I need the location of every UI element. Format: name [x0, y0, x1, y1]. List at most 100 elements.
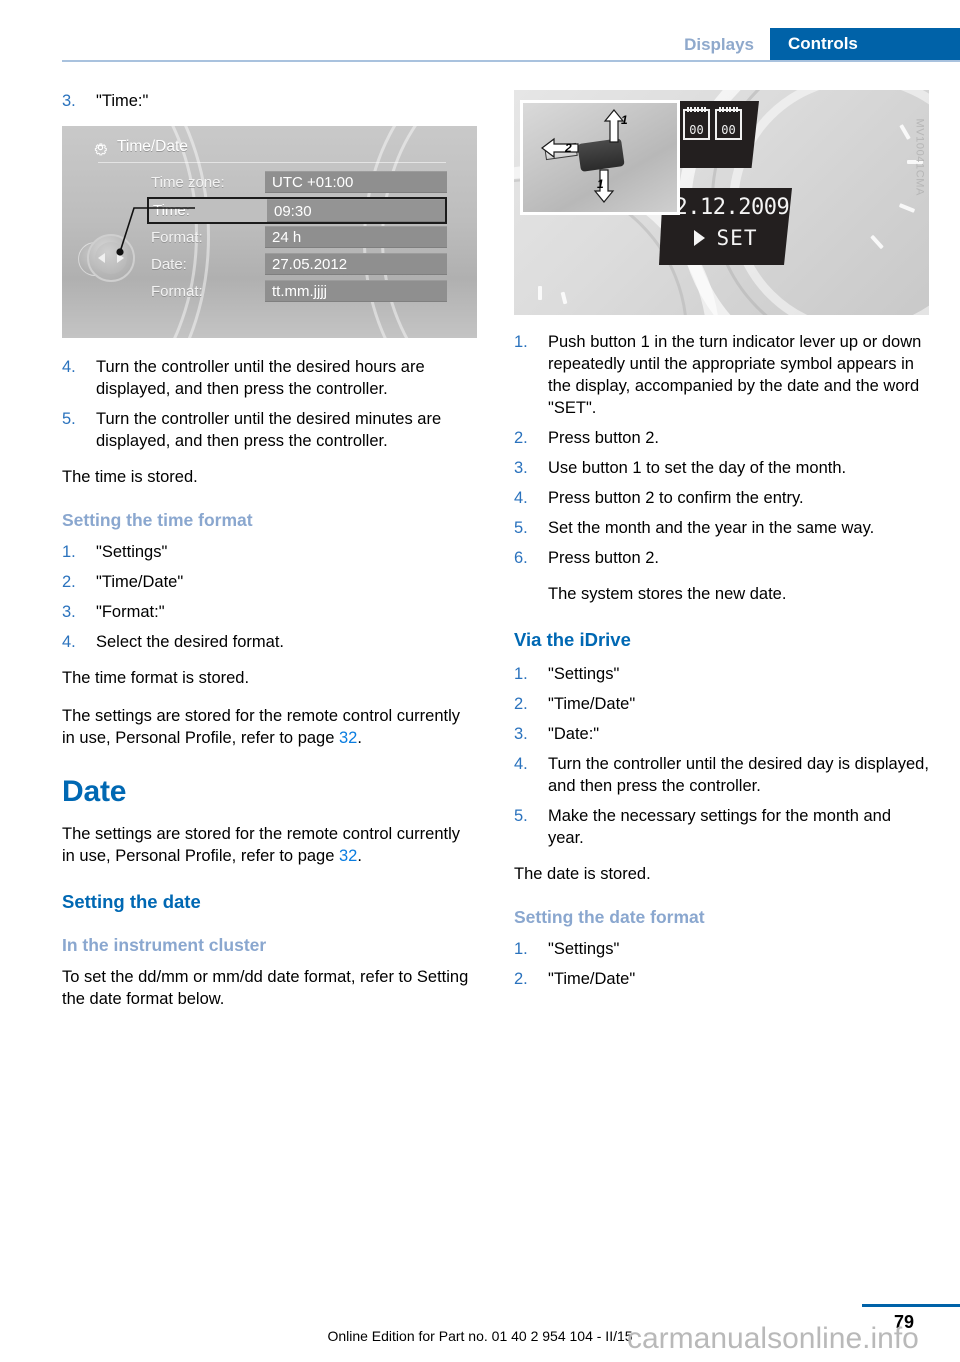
list-number: 2. — [514, 970, 528, 988]
list-item: 3. "Date:" — [514, 723, 929, 745]
list-text: Press button 2 to confirm the entry. — [548, 489, 804, 507]
caret-right-icon — [693, 230, 705, 246]
arrow-left-icon — [98, 253, 105, 263]
menu-row-time-zone[interactable]: Time zone: UTC +01:00 — [147, 170, 447, 194]
list-number: 4. — [62, 358, 76, 376]
list-text: Make the necessary settings for the mont… — [548, 807, 892, 847]
remote-control-note-time: The settings are stored for the remote c… — [62, 705, 477, 749]
figure-code-label: MV10041CMA — [914, 118, 926, 196]
dial-tick — [899, 124, 911, 140]
left-column: 3. "Time:" Time/Date Time zone: UTC +01:… — [62, 90, 477, 1026]
list-item: 1. "Settings" — [62, 541, 477, 563]
time-stored-note: The time is stored. — [62, 468, 198, 486]
heading-setting-the-time-format: Setting the time format — [62, 510, 253, 530]
page-reference-link[interactable]: 32 — [339, 847, 357, 865]
right-column: 00 00 12.12.2009 SET 1 1 2 MV10041CMA 1.… — [514, 90, 929, 1004]
step-list-cluster-date: 1. Push button 1 in the turn indicator l… — [514, 331, 929, 569]
list-item: 2. "Time/Date" — [62, 571, 477, 593]
list-item: 1. "Settings" — [514, 938, 929, 960]
lcd-set-label: SET — [716, 226, 758, 250]
figure-idrive-time-date-menu: Time/Date Time zone: UTC +01:00 Time: 09… — [62, 126, 477, 338]
menu-row-date[interactable]: Date: 27.05.2012 — [147, 252, 447, 276]
date-stored-note: The date is stored. — [514, 865, 651, 883]
list-item: 2. "Time/Date" — [514, 693, 929, 715]
system-stores-date-note: The system stores the new date. — [548, 585, 787, 603]
gear-icon — [94, 142, 107, 155]
list-item: 3. "Time:" — [62, 90, 477, 112]
list-text: Push button 1 in the turn indicator leve… — [548, 333, 922, 417]
callout-number-2: 2 — [565, 141, 572, 155]
list-item: 1. Push button 1 in the turn indicator l… — [514, 331, 929, 419]
time-format-stored-note: The time format is stored. — [62, 669, 250, 687]
idrive-controller-knob — [78, 234, 135, 282]
list-number: 4. — [514, 755, 528, 773]
list-number: 3. — [514, 459, 528, 477]
heading-setting-the-date-format: Setting the date format — [514, 907, 705, 927]
idrive-menu-rows: Time zone: UTC +01:00 Time: 09:30 Format… — [147, 170, 447, 306]
callout-number-1-up: 1 — [621, 113, 628, 127]
list-text: "Settings" — [548, 940, 620, 958]
menu-row-time[interactable]: Time: 09:30 — [147, 197, 447, 224]
calendar-rings — [687, 107, 706, 112]
tab-displays[interactable]: Displays — [684, 28, 770, 60]
list-number: 5. — [514, 807, 528, 825]
idrive-menu-titlebar: Time/Date — [92, 134, 447, 160]
calendar-icon: 00 — [683, 107, 710, 140]
note-text-pre: The settings are stored for the remote c… — [62, 825, 461, 865]
menu-row-value: tt.mm.jjjj — [265, 280, 447, 302]
step-list-time-continued: 3. "Time:" — [62, 90, 477, 112]
list-number: 3. — [62, 92, 76, 110]
footer-page-rule — [862, 1304, 960, 1307]
menu-row-label: Time zone: — [151, 173, 225, 191]
heading-date: Date — [62, 775, 127, 808]
step-list-date-format: 1. "Settings" 2. "Time/Date" — [514, 938, 929, 990]
list-number: 2. — [514, 695, 528, 713]
dial-tick — [898, 203, 916, 213]
dial-tick — [538, 286, 542, 300]
list-item: 4. Select the desired format. — [62, 631, 477, 653]
menu-row-time-format[interactable]: Format: 24 h — [147, 225, 447, 249]
list-text: Press button 2. — [548, 549, 659, 567]
callout-number-1-down: 1 — [597, 177, 604, 191]
instrument-cluster-note: To set the dd/mm or mm/dd date format, r… — [62, 968, 469, 1008]
page-header: Displays Controls — [0, 0, 960, 62]
lcd-set-row: SET — [659, 226, 792, 250]
list-item: 5. Make the necessary settings for the m… — [514, 805, 929, 849]
calendar-rings — [719, 107, 738, 112]
list-item: 2. Press button 2. — [514, 427, 929, 449]
dial-tick — [870, 234, 884, 250]
list-text: "Format:" — [96, 603, 165, 621]
list-number: 1. — [62, 543, 76, 561]
menu-row-value: 27.05.2012 — [265, 253, 447, 275]
watermark: carmanualsonline.info — [627, 1322, 919, 1355]
list-number: 1. — [514, 940, 528, 958]
menu-row-date-format[interactable]: Format: tt.mm.jjjj — [147, 279, 447, 303]
list-text: "Settings" — [548, 665, 620, 683]
remote-control-note-date: The settings are stored for the remote c… — [62, 823, 477, 867]
menu-row-label: Format: — [151, 282, 203, 300]
list-text: "Date:" — [548, 725, 600, 743]
note-text-post: . — [357, 847, 362, 865]
list-item: 4. Turn the controller until the desired… — [62, 356, 477, 400]
figure-instrument-cluster-date: 00 00 12.12.2009 SET 1 1 2 MV10041CMA — [514, 90, 929, 315]
list-item: 3. "Format:" — [62, 601, 477, 623]
list-number: 5. — [62, 410, 76, 428]
menu-row-value: UTC +01:00 — [265, 171, 447, 193]
heading-in-the-instrument-cluster: In the instrument cluster — [62, 935, 267, 955]
list-item: 2. "Time/Date" — [514, 968, 929, 990]
heading-via-the-idrive: Via the iDrive — [514, 629, 631, 650]
list-text: Turn the controller until the desired da… — [548, 755, 929, 795]
page-reference-link[interactable]: 32 — [339, 729, 357, 747]
calendar-digits: 00 — [689, 123, 704, 137]
list-text: "Settings" — [96, 543, 168, 561]
list-item: 4. Turn the controller until the desired… — [514, 753, 929, 797]
list-number: 1. — [514, 665, 528, 683]
heading-setting-the-date: Setting the date — [62, 891, 201, 912]
list-number: 4. — [514, 489, 528, 507]
menu-row-label: Time: — [153, 202, 190, 219]
list-item: 4. Press button 2 to confirm the entry. — [514, 487, 929, 509]
tab-controls[interactable]: Controls — [770, 28, 960, 60]
list-item: 5. Set the month and the year in the sam… — [514, 517, 929, 539]
idrive-menu-title: Time/Date — [117, 138, 188, 155]
header-divider — [62, 60, 960, 62]
